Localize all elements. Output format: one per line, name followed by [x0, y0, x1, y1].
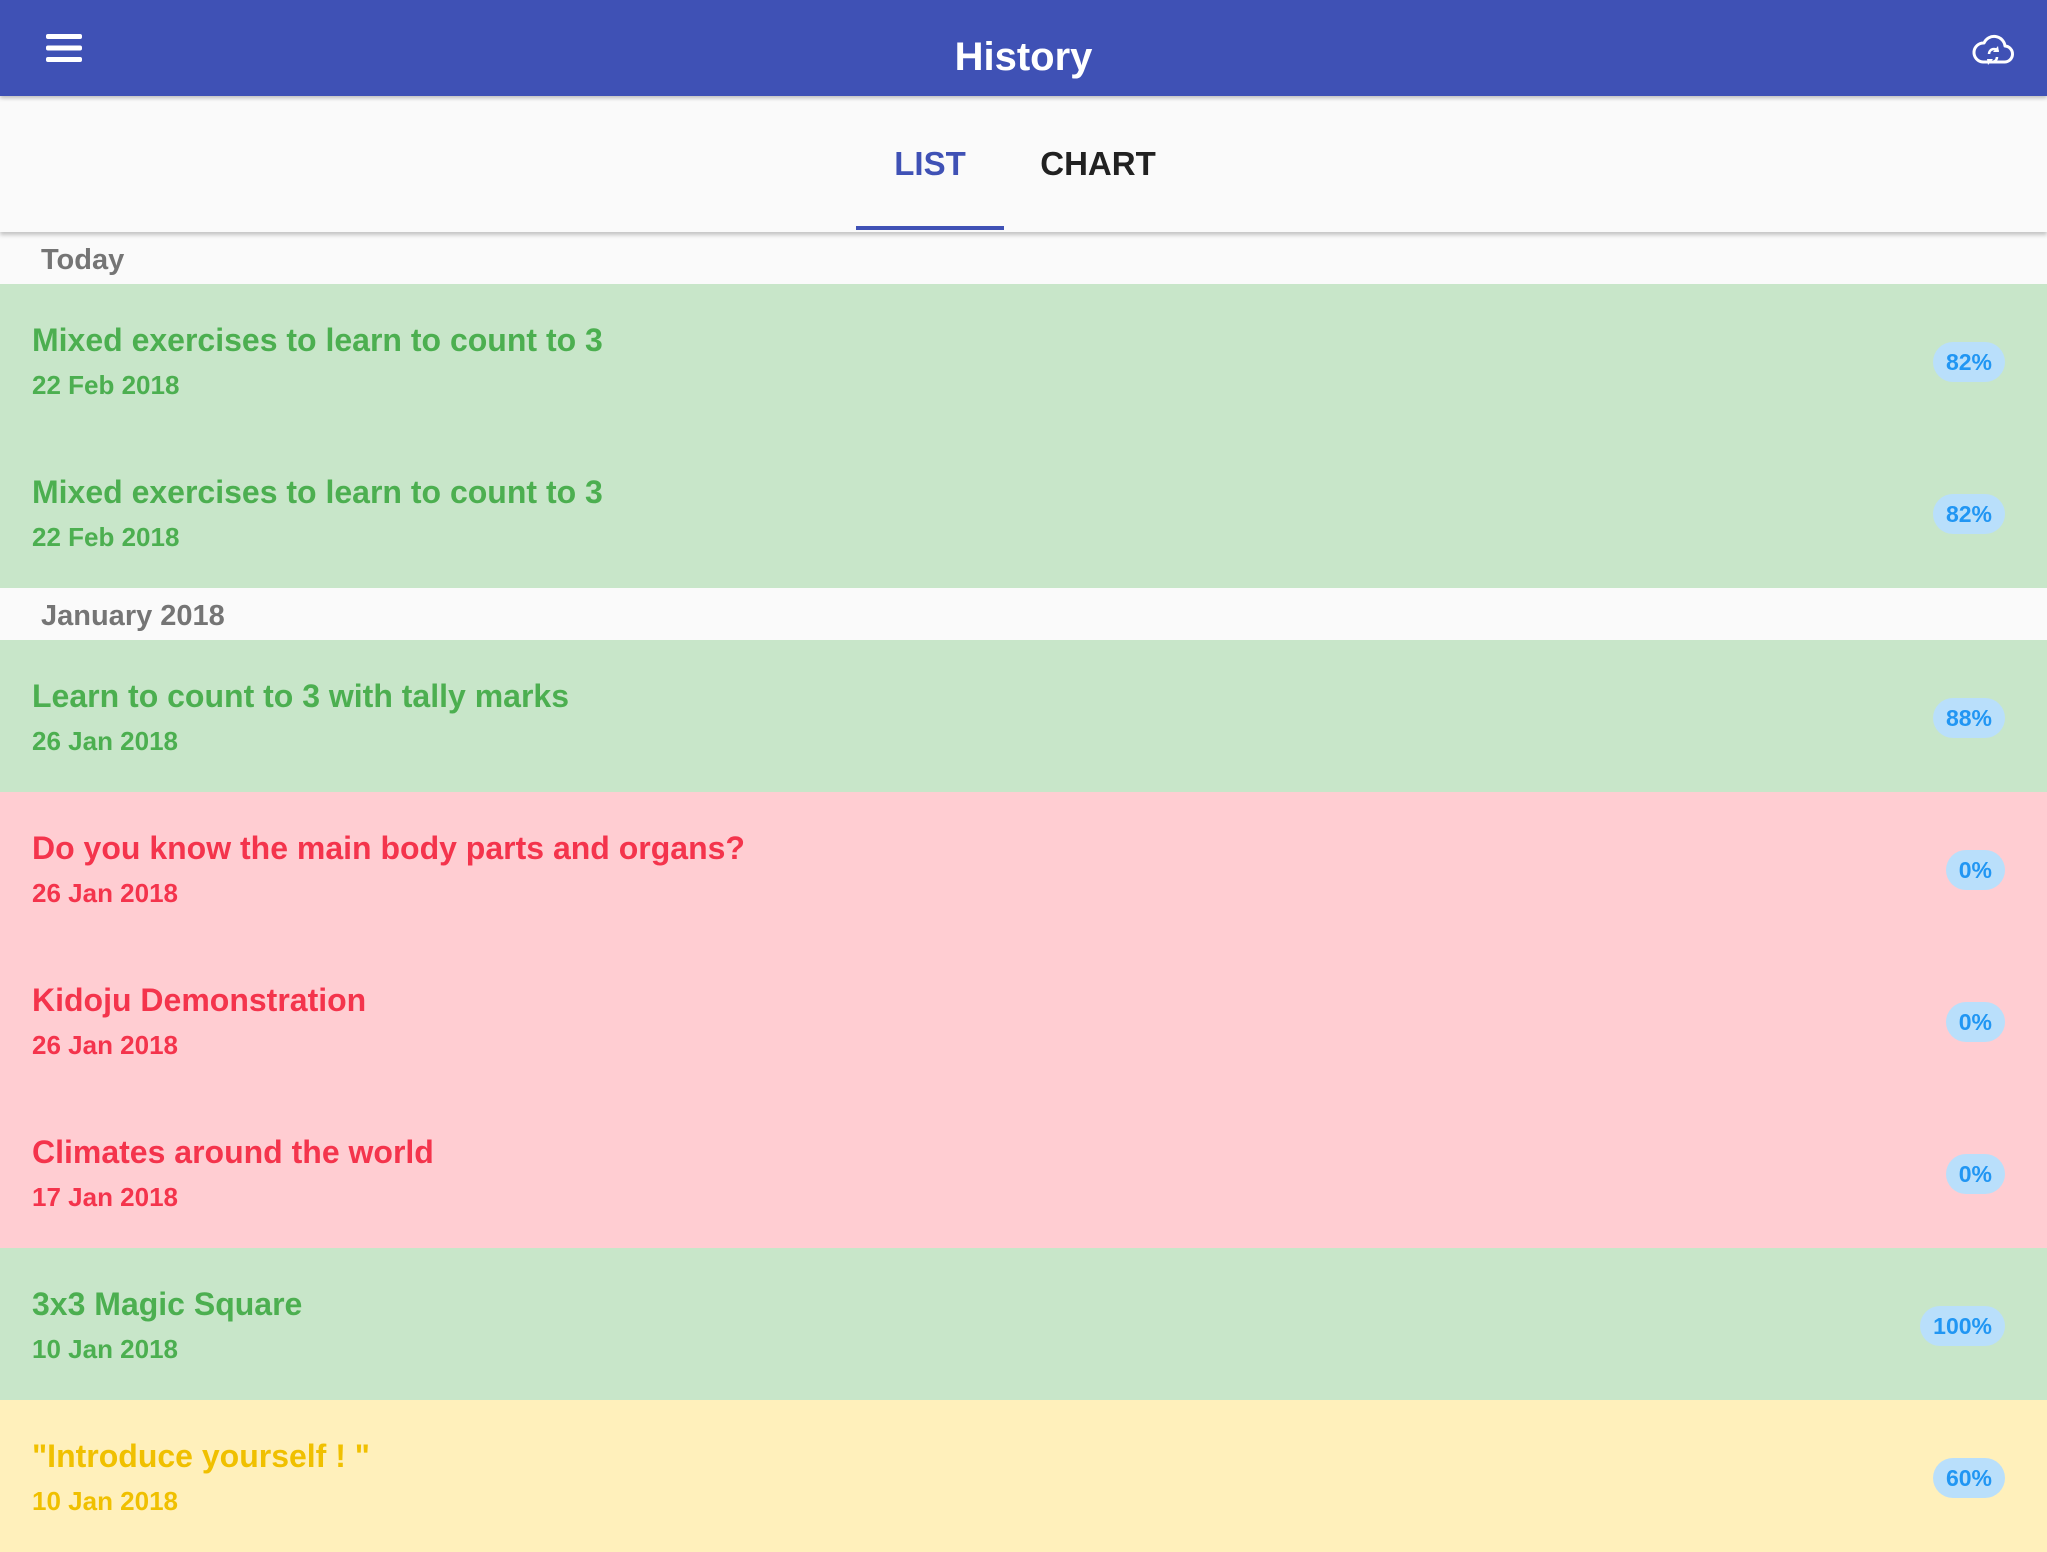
cloud-sync-icon — [1972, 34, 2014, 65]
score-badge: 82% — [1932, 342, 2005, 382]
menu-button[interactable] — [28, 18, 100, 78]
history-item[interactable]: Kidoju Demonstration 26 Jan 2018 0% — [0, 944, 2047, 1096]
history-item[interactable]: 3x3 Magic Square 10 Jan 2018 100% — [0, 1248, 2047, 1400]
item-date: 10 Jan 2018 — [32, 1486, 179, 1516]
history-item[interactable]: Mixed exercises to learn to count to 3 2… — [0, 436, 2047, 588]
item-date: 22 Feb 2018 — [32, 522, 180, 552]
item-date: 22 Feb 2018 — [32, 370, 180, 400]
item-title: Do you know the main body parts and orga… — [32, 830, 745, 866]
score-badge: 0% — [1945, 850, 2005, 890]
history-list: Today Mixed exercises to learn to count … — [0, 232, 2047, 1552]
tab-indicator — [856, 226, 1004, 230]
item-date: 26 Jan 2018 — [32, 878, 179, 908]
item-title: "Introduce yourself ! " — [32, 1438, 370, 1474]
score-badge: 100% — [1920, 1306, 2005, 1346]
menu-icon — [46, 34, 82, 62]
tab-chart[interactable]: CHART — [1024, 96, 1172, 232]
item-title: Kidoju Demonstration — [32, 982, 367, 1018]
item-date: 26 Jan 2018 — [32, 1030, 179, 1060]
score-badge: 60% — [1932, 1458, 2005, 1498]
item-date: 26 Jan 2018 — [32, 726, 179, 756]
tab-bar: LIST CHART — [0, 96, 2047, 232]
score-badge: 88% — [1932, 698, 2005, 738]
history-item[interactable]: Do you know the main body parts and orga… — [0, 792, 2047, 944]
sync-button[interactable] — [1957, 18, 2029, 82]
item-title: 3x3 Magic Square — [32, 1286, 303, 1322]
history-item[interactable]: "Introduce yourself ! " 10 Jan 2018 60% — [0, 1400, 2047, 1552]
item-title: Learn to count to 3 with tally marks — [32, 678, 569, 714]
item-date: 17 Jan 2018 — [32, 1182, 179, 1212]
page-title: History — [954, 35, 1093, 79]
item-title: Mixed exercises to learn to count to 3 — [32, 474, 603, 510]
item-title: Climates around the world — [32, 1134, 434, 1170]
item-date: 10 Jan 2018 — [32, 1334, 179, 1364]
section-header-today: Today — [0, 232, 2047, 284]
score-badge: 0% — [1945, 1154, 2005, 1194]
tab-list[interactable]: LIST — [856, 96, 1004, 232]
section-header-january-2018: January 2018 — [0, 588, 2047, 640]
score-badge: 0% — [1945, 1002, 2005, 1042]
history-item[interactable]: Mixed exercises to learn to count to 3 2… — [0, 284, 2047, 436]
history-item[interactable]: Learn to count to 3 with tally marks 26 … — [0, 640, 2047, 792]
app-bar: History — [0, 0, 2047, 96]
score-badge: 82% — [1932, 494, 2005, 534]
history-item[interactable]: Climates around the world 17 Jan 2018 0% — [0, 1096, 2047, 1248]
item-title: Mixed exercises to learn to count to 3 — [32, 322, 603, 358]
